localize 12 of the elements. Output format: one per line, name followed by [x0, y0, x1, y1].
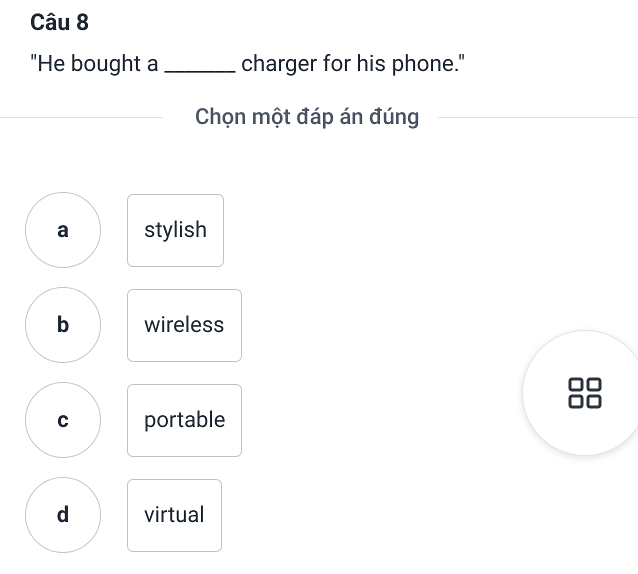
answer-option[interactable]: wireless — [127, 288, 242, 362]
option-letter-button[interactable]: c — [25, 382, 101, 458]
grid-icon — [568, 377, 602, 409]
instruction-label: Chọn một đáp án đúng — [195, 105, 420, 130]
answer-option[interactable]: stylish — [127, 194, 224, 266]
option-letter-button[interactable]: a — [25, 192, 101, 268]
question-text: "He bought a _______ charger for his phone." — [30, 50, 466, 78]
option-letter-button[interactable]: d — [25, 477, 101, 553]
question-number: Câu 8 — [30, 8, 90, 38]
option-letter-button[interactable]: b — [25, 287, 101, 363]
answer-option[interactable]: virtual — [127, 478, 222, 552]
answer-option[interactable]: portable — [127, 384, 242, 456]
